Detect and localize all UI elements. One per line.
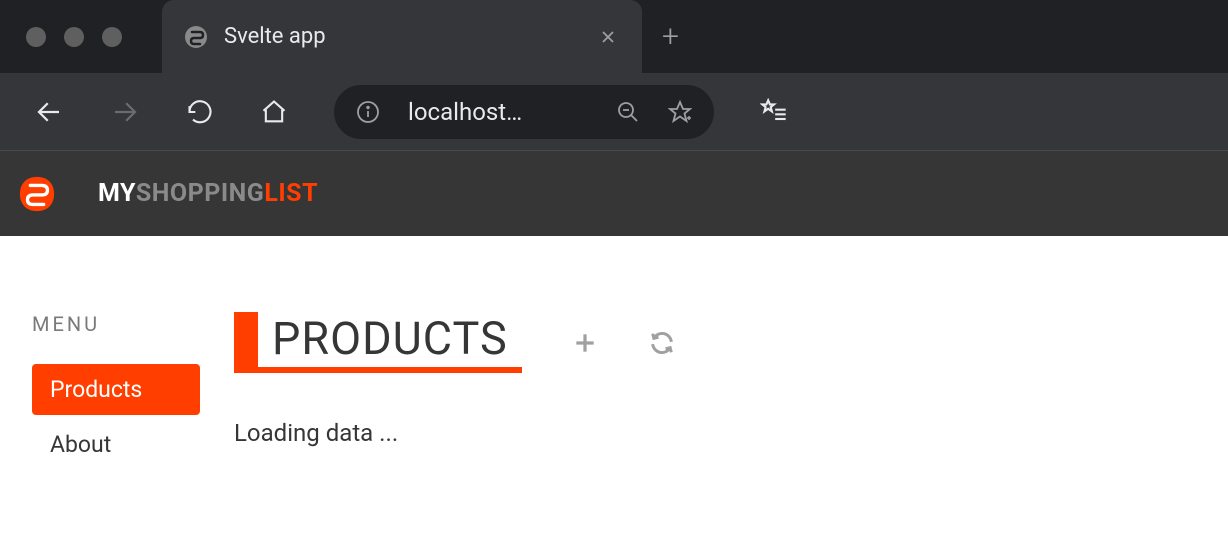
- sidebar-heading: MENU: [32, 312, 200, 336]
- favorite-add-icon[interactable]: [668, 100, 692, 124]
- address-bar[interactable]: localhost…: [334, 85, 714, 139]
- favorites-list-icon[interactable]: [760, 98, 788, 126]
- window-close-button[interactable]: [26, 27, 46, 47]
- back-button[interactable]: [34, 97, 64, 127]
- loading-text: Loading data ...: [234, 419, 1228, 447]
- window-controls: [0, 27, 122, 47]
- browser-tab-strip: Svelte app +: [0, 0, 1228, 73]
- forward-button[interactable]: [110, 97, 140, 127]
- app-header: MYSHOPPINGLIST: [0, 150, 1228, 236]
- window-minimize-button[interactable]: [64, 27, 84, 47]
- site-info-icon[interactable]: [356, 100, 380, 124]
- browser-tab[interactable]: Svelte app: [162, 0, 642, 73]
- reload-button[interactable]: [186, 98, 214, 126]
- page-title-wrap: PRODUCTS: [234, 312, 522, 373]
- sidebar-item-label: About: [50, 431, 111, 458]
- title-accent-bar: [234, 312, 258, 367]
- sidebar-item-products[interactable]: Products: [32, 364, 200, 415]
- tab-title: Svelte app: [224, 24, 596, 49]
- sidebar-item-label: Products: [50, 376, 142, 403]
- new-tab-button[interactable]: +: [662, 19, 679, 54]
- page-title: PRODUCTS: [258, 312, 522, 367]
- svelte-logo-icon: [18, 175, 56, 213]
- brand-title: MYSHOPPINGLIST: [98, 179, 318, 208]
- page-title-row: PRODUCTS: [234, 312, 1228, 373]
- brand-list: LIST: [264, 179, 318, 208]
- browser-toolbar: localhost…: [0, 73, 1228, 150]
- main-area: PRODUCTS Loading data ...: [200, 312, 1228, 474]
- refresh-products-button[interactable]: [648, 329, 676, 357]
- close-tab-icon[interactable]: [596, 25, 620, 49]
- sidebar: MENU Products About: [0, 312, 200, 474]
- sidebar-item-about[interactable]: About: [32, 419, 200, 470]
- add-product-button[interactable]: [572, 330, 598, 356]
- brand-my: MY: [98, 179, 136, 208]
- url-text: localhost…: [408, 98, 588, 126]
- svelte-favicon: [184, 25, 208, 49]
- home-button[interactable]: [260, 98, 288, 126]
- app-content: MENU Products About PRODUCTS Loading dat…: [0, 236, 1228, 474]
- zoom-out-icon[interactable]: [616, 100, 640, 124]
- window-maximize-button[interactable]: [102, 27, 122, 47]
- brand-shopping: SHOPPING: [136, 179, 265, 208]
